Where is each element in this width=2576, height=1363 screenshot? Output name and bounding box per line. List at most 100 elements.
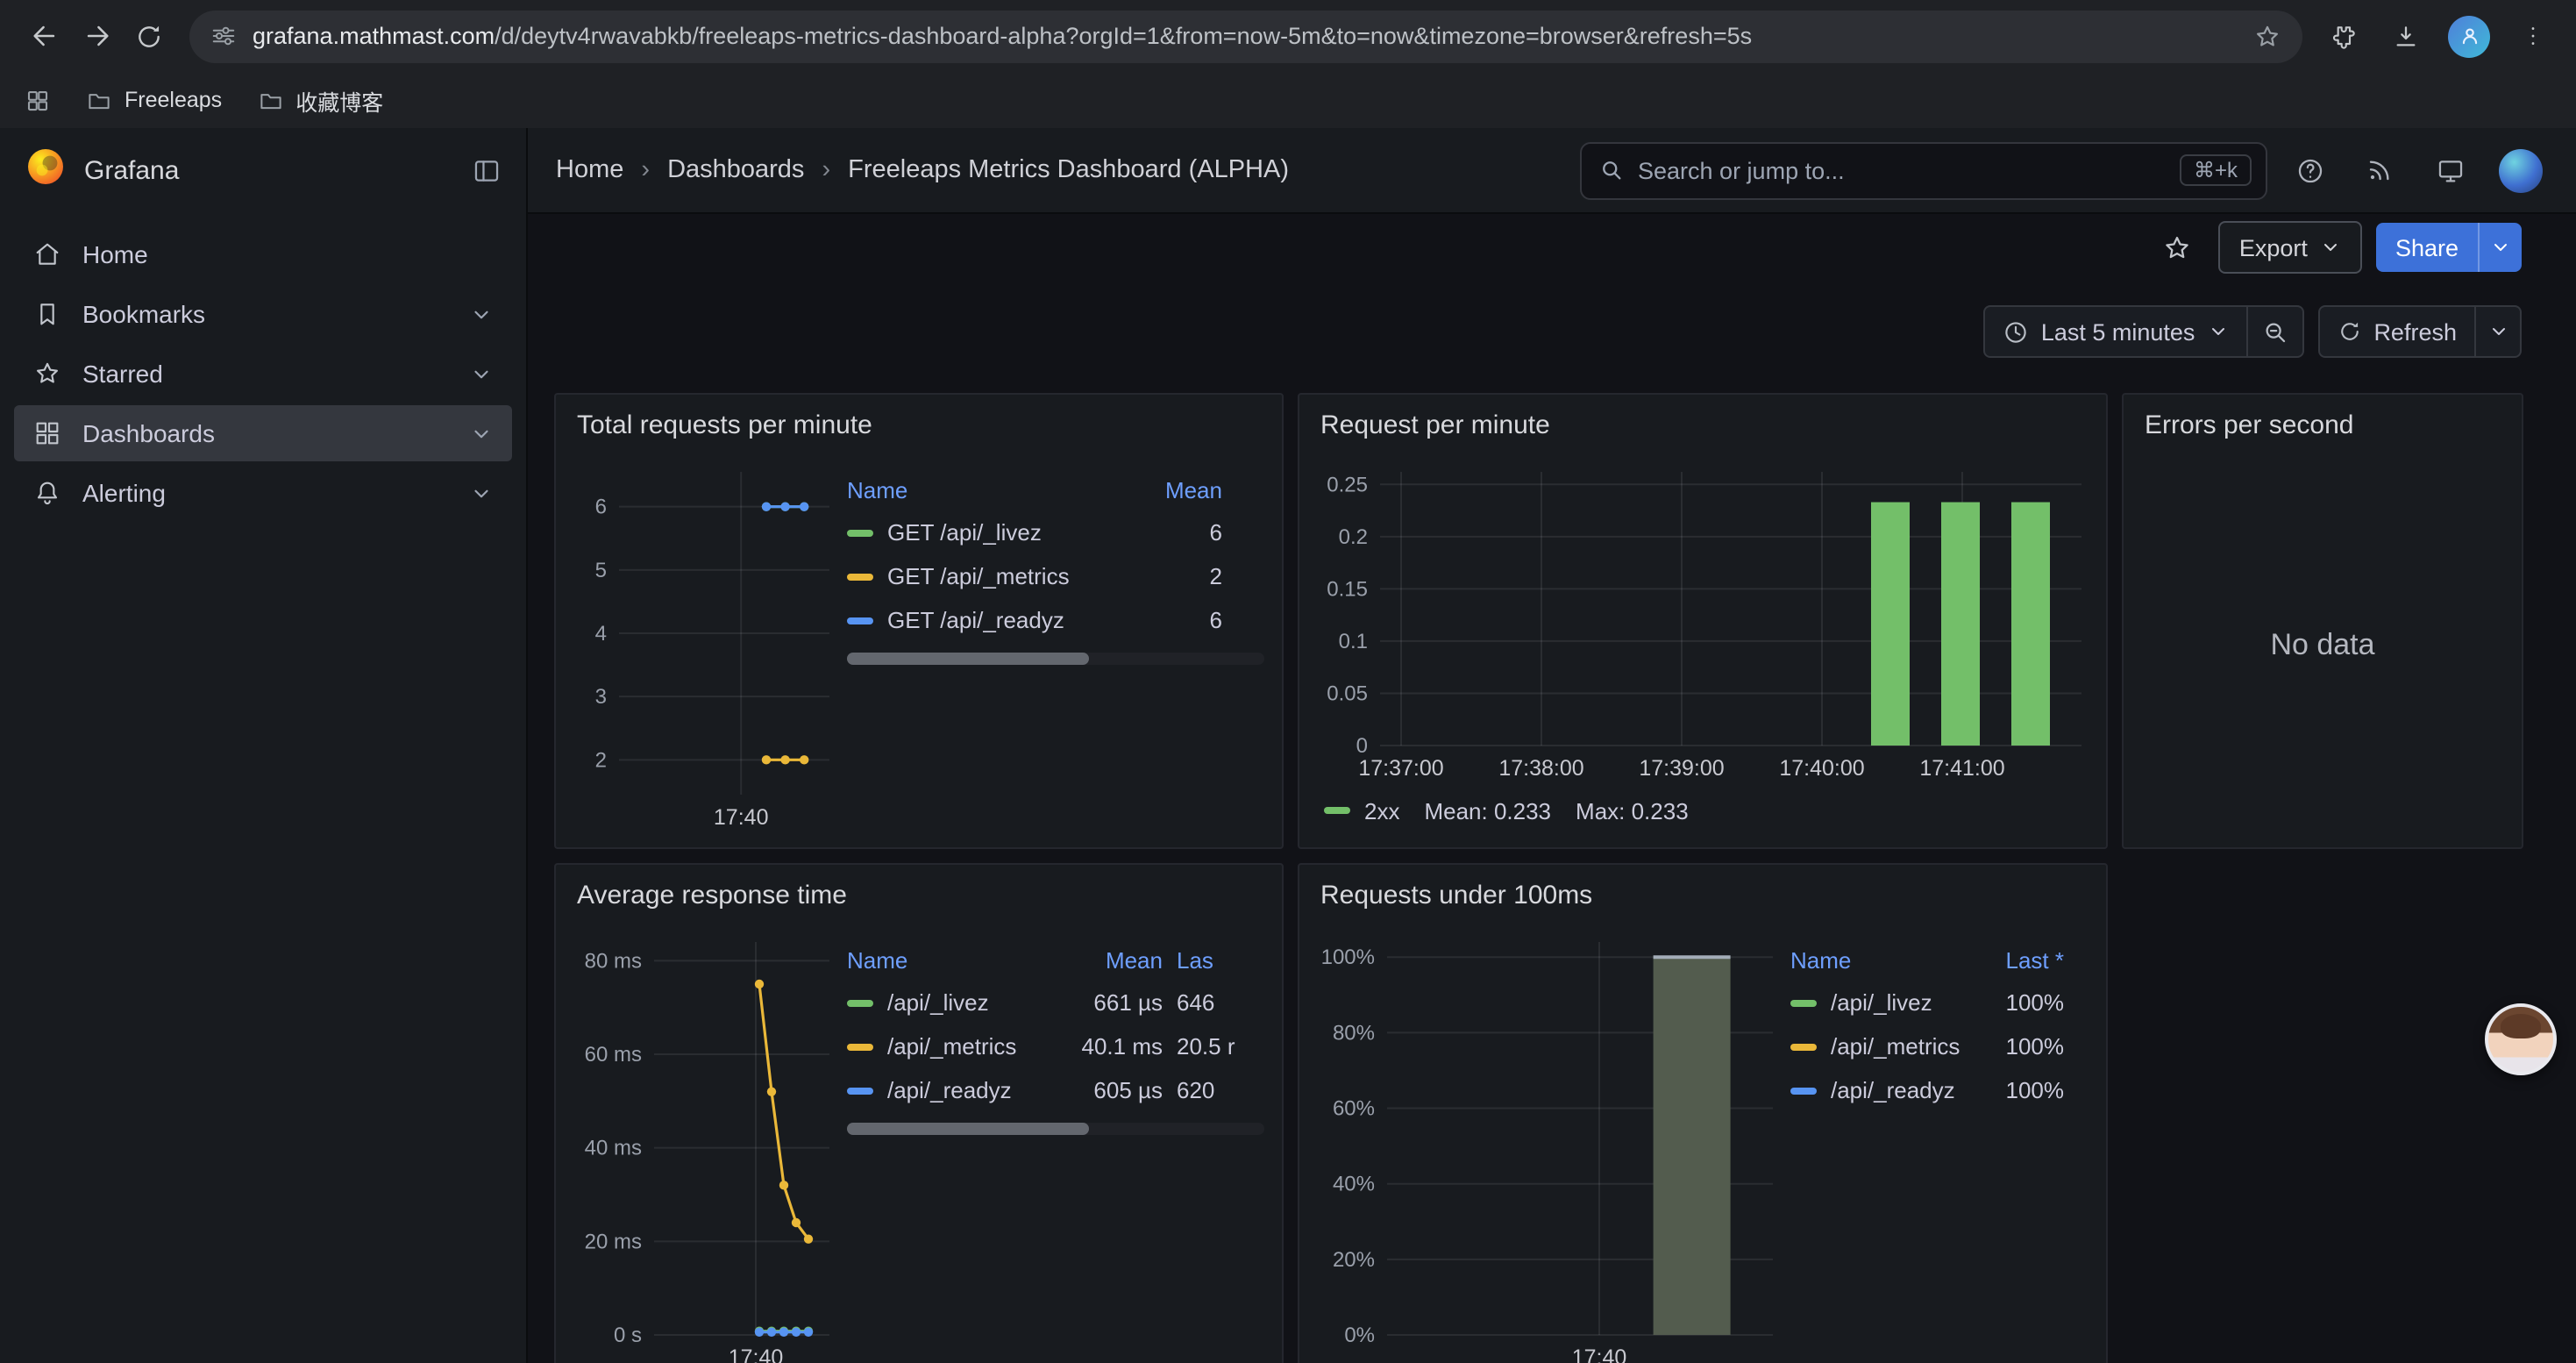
export-button[interactable]: Export — [2218, 221, 2362, 274]
legend-row[interactable]: GET /api/_livez 6 — [847, 510, 1264, 554]
legend-col-mean[interactable]: Mean — [1054, 946, 1163, 973]
folder-icon — [86, 87, 112, 113]
legend-scrollbar[interactable] — [847, 1123, 1264, 1135]
sidebar: Grafana Home Bookmarks — [0, 128, 528, 1363]
grafana-logo[interactable] — [25, 145, 67, 196]
requests-per-minute-chart[interactable]: 00.050.10.150.20.2517:37:0017:38:0017:39… — [1317, 454, 2089, 788]
legend-row[interactable]: /api/_readyz 100% — [1790, 1068, 2089, 1112]
sidebar-item-starred[interactable]: Starred — [14, 346, 512, 402]
zoom-out-button[interactable] — [2247, 305, 2303, 358]
svg-text:0.25: 0.25 — [1327, 473, 1368, 496]
series-name[interactable]: GET /api/_livez — [887, 519, 1152, 546]
legend-table: Name Last * /api/_livez 100% — [1780, 924, 2089, 1363]
sidebar-item-label: Dashboards — [82, 419, 215, 447]
sidebar-item-bookmarks[interactable]: Bookmarks — [14, 286, 512, 342]
panel-title[interactable]: Errors per second — [2124, 395, 2522, 454]
series-name[interactable]: /api/_readyz — [887, 1077, 1054, 1103]
legend-scrollbar[interactable] — [847, 653, 1264, 665]
refresh-interval-caret[interactable] — [2476, 305, 2522, 358]
browser-toolbar: grafana.mathmast.com/d/deytv4rwavabkb/fr… — [0, 0, 2576, 72]
chevron-down-icon — [470, 362, 493, 385]
svg-text:60 ms: 60 ms — [585, 1043, 642, 1067]
share-caret-icon[interactable] — [2478, 223, 2522, 272]
browser-menu-icon[interactable] — [2506, 10, 2558, 62]
svg-text:80%: 80% — [1333, 1021, 1375, 1045]
legend-row[interactable]: GET /api/_readyz 6 — [847, 598, 1264, 642]
news-rss-icon[interactable] — [2352, 144, 2408, 196]
under-100ms-chart[interactable]: 100%80%60%40%20%0%17:40 — [1317, 924, 1780, 1363]
legend-col-name[interactable]: Name — [847, 476, 1152, 503]
series-name[interactable]: /api/_metrics — [887, 1033, 1054, 1060]
svg-text:0 s: 0 s — [614, 1324, 642, 1347]
dashboard-actions-bar: Export Share — [528, 214, 2576, 281]
url-domain: grafana.mathmast.com — [253, 23, 495, 49]
svg-text:100%: 100% — [1321, 946, 1375, 969]
sidebar-item-dashboards[interactable]: Dashboards — [14, 405, 512, 461]
legend-col-last[interactable]: Last * — [1973, 946, 2064, 973]
series-color-dash — [847, 1087, 873, 1094]
site-settings-icon[interactable] — [210, 23, 237, 49]
extensions-icon[interactable] — [2316, 10, 2369, 62]
screen: grafana.mathmast.com/d/deytv4rwavabkb/fr… — [0, 0, 2576, 1363]
series-last: 100% — [1973, 989, 2064, 1016]
legend-line: 2xx Mean: 0.233 Max: 0.233 — [1317, 788, 2089, 833]
series-name[interactable]: /api/_readyz — [1831, 1077, 1973, 1103]
legend-item-2xx[interactable]: 2xx — [1324, 797, 1399, 824]
apps-grid-icon[interactable] — [25, 87, 51, 113]
share-button[interactable]: Share — [2376, 223, 2522, 272]
legend-col-name[interactable]: Name — [1790, 946, 1973, 973]
reload-button[interactable] — [123, 10, 175, 62]
legend-row[interactable]: /api/_livez 100% — [1790, 981, 2089, 1024]
series-max: Max: 0.233 — [1576, 797, 1689, 824]
series-name[interactable]: /api/_metrics — [1831, 1033, 1973, 1060]
help-icon[interactable] — [2281, 144, 2338, 196]
monitor-icon[interactable] — [2422, 144, 2478, 196]
breadcrumb: Home › Dashboards › Freeleaps Metrics Da… — [556, 156, 1289, 184]
panel-title[interactable]: Average response time — [556, 865, 1282, 924]
legend-row[interactable]: GET /api/_metrics 2 — [847, 554, 1264, 598]
series-name[interactable]: GET /api/_readyz — [887, 607, 1152, 633]
legend-col-mean[interactable]: Mean — [1152, 476, 1222, 503]
bookmark-blog-folder[interactable]: 收藏博客 — [257, 83, 383, 117]
refresh-button[interactable]: Refresh — [2317, 305, 2476, 358]
series-name[interactable]: GET /api/_metrics — [887, 563, 1152, 589]
bookmark-freeleaps[interactable]: Freeleaps — [86, 87, 222, 113]
assistant-avatar-button[interactable] — [2485, 1003, 2557, 1075]
legend-row[interactable]: /api/_metrics 100% — [1790, 1024, 2089, 1068]
legend-row[interactable]: /api/_metrics 40.1 ms 20.5 r — [847, 1024, 1264, 1068]
series-last: 100% — [1973, 1033, 2064, 1060]
series-name[interactable]: /api/_livez — [887, 989, 1054, 1016]
bookmark-star-icon[interactable] — [2253, 22, 2281, 50]
svg-text:17:37:00: 17:37:00 — [1358, 756, 1443, 781]
time-range-picker[interactable]: Last 5 minutes — [1983, 305, 2248, 358]
series-name[interactable]: 2xx — [1364, 797, 1399, 824]
total-requests-chart[interactable]: 2345617:40 — [573, 454, 836, 837]
download-icon[interactable] — [2380, 10, 2432, 62]
sidebar-item-alerting[interactable]: Alerting — [14, 465, 512, 521]
panel-title[interactable]: Request per minute — [1299, 395, 2106, 454]
user-avatar[interactable] — [2492, 144, 2548, 196]
panel-title[interactable]: Requests under 100ms — [1299, 865, 2106, 924]
forward-button[interactable] — [70, 10, 123, 62]
back-button[interactable] — [18, 10, 70, 62]
avg-response-chart[interactable]: 0 s20 ms40 ms60 ms80 ms17:40 — [573, 924, 836, 1363]
legend-table: Name Mean GET /api/_livez 6 — [836, 454, 1264, 837]
sidebar-item-label: Home — [82, 240, 148, 268]
search-input[interactable]: Search or jump to... ⌘+k — [1580, 141, 2267, 199]
legend-row[interactable]: /api/_livez 661 µs 646 — [847, 981, 1264, 1024]
collapse-sidebar-icon[interactable] — [472, 155, 502, 185]
profile-avatar[interactable] — [2443, 10, 2495, 62]
favorite-star-icon[interactable] — [2152, 223, 2204, 272]
breadcrumb-home[interactable]: Home — [556, 156, 623, 184]
series-name[interactable]: /api/_livez — [1831, 989, 1973, 1016]
sidebar-item-home[interactable]: Home — [14, 226, 512, 282]
series-mean: Mean: 0.233 — [1424, 797, 1551, 824]
breadcrumb-dashboards[interactable]: Dashboards — [667, 156, 804, 184]
legend-row[interactable]: /api/_readyz 605 µs 620 — [847, 1068, 1264, 1112]
legend-col-name[interactable]: Name — [847, 946, 1054, 973]
series-mean: 605 µs — [1054, 1077, 1163, 1103]
chevron-right-icon: › — [641, 156, 650, 184]
url-bar[interactable]: grafana.mathmast.com/d/deytv4rwavabkb/fr… — [189, 10, 2302, 62]
panel-title[interactable]: Total requests per minute — [556, 395, 1282, 454]
legend-col-last[interactable]: Las — [1163, 946, 1247, 973]
